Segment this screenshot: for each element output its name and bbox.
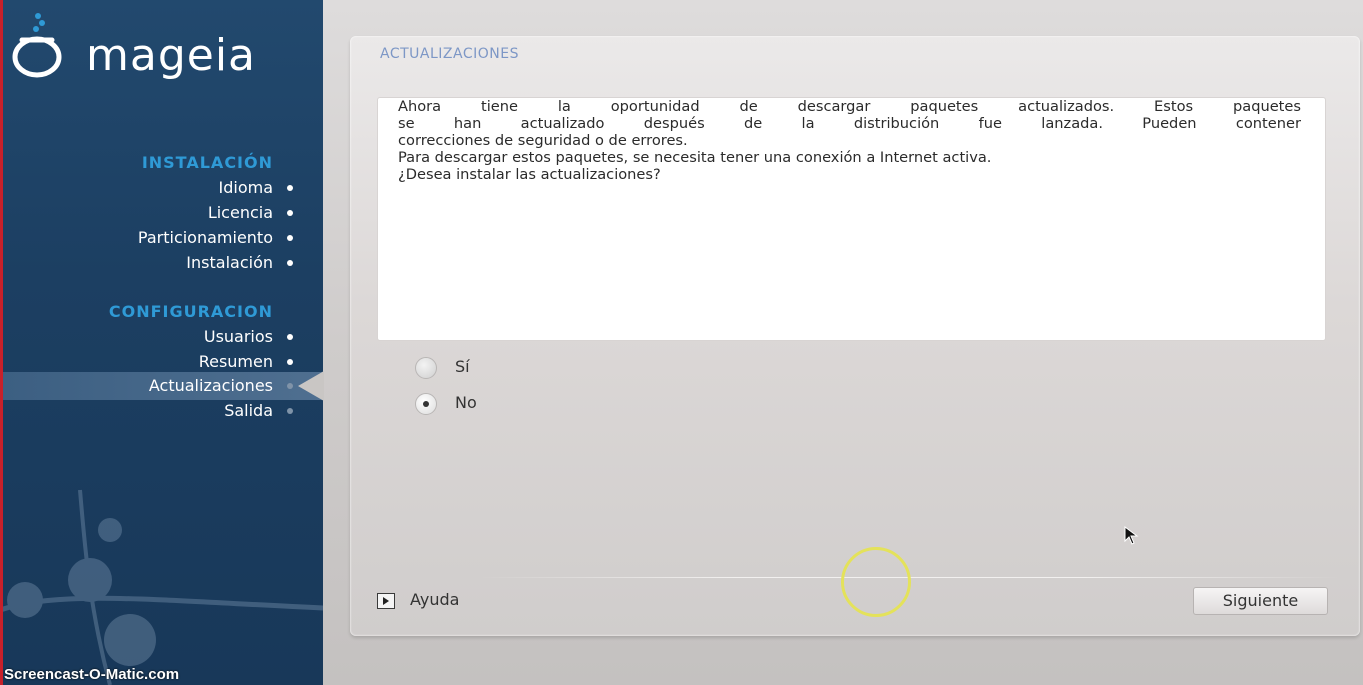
message-line: se han actualizado después de la distrib… [398,115,1301,132]
radio-dot [423,401,429,407]
nav-item-licencia[interactable]: Licencia [207,201,293,225]
next-button[interactable]: Siguiente [1193,587,1328,615]
nav-item-label: Idioma [218,178,274,197]
step-done-dot [287,359,293,365]
active-step-pointer [298,371,324,401]
nav-item-label: Licencia [207,203,273,222]
nav-item-label: Salida [224,401,273,420]
brand-name: mageia [86,30,257,81]
step-done-dot [287,260,293,266]
step-pending-dot [287,383,293,389]
recorder-watermark: Screencast-O-Matic.com [4,666,180,683]
nav-item-label: Particionamiento [137,228,273,247]
message-textbox: Ahora tiene la oportunidad de descargar … [377,97,1326,341]
nav-item-idioma[interactable]: Idioma [218,176,293,200]
help-label: Ayuda [410,590,460,609]
radio-button-selected[interactable] [415,393,437,415]
message-line: ¿Desea instalar las actualizaciones? [398,166,661,183]
option-label: No [455,393,477,412]
mageia-logo: mageia [10,10,310,81]
step-done-dot [287,334,293,340]
nav-item-label: Usuarios [203,327,273,346]
flower-decoration [0,489,323,685]
message-line: Ahora tiene la oportunidad de descargar … [398,98,1301,115]
play-icon [377,593,395,609]
nav-item-usuarios[interactable]: Usuarios [203,325,293,349]
section-installation: INSTALACIÓN [141,153,273,172]
nav-item-actualizaciones[interactable]: Actualizaciones [148,374,293,398]
option-label: Sí [455,357,470,376]
radio-button[interactable] [415,357,437,379]
nav-item-resumen[interactable]: Resumen [198,350,293,374]
message-line: Para descargar estos paquetes, se necesi… [398,149,992,166]
step-pending-dot [287,408,293,414]
step-done-dot [287,185,293,191]
mouse-pointer-icon [1124,526,1139,545]
sidebar: mageia INSTALACIÓN Idioma Licencia Parti… [0,0,323,685]
message-line: correcciones de seguridad o de errores. [398,132,688,149]
click-highlight-ring [841,547,911,617]
page-title: ACTUALIZACIONES [380,46,519,62]
cauldron-icon [12,13,62,78]
nav-item-particionamiento[interactable]: Particionamiento [137,226,293,250]
window-edge [0,0,3,685]
nav-item-instalacion[interactable]: Instalación [186,251,293,275]
section-configuration: CONFIGURACION [108,302,273,321]
step-done-dot [287,235,293,241]
nav-item-label: Actualizaciones [148,376,273,395]
nav-item-label: Resumen [198,352,273,371]
nav-item-label: Instalación [186,253,273,272]
nav-item-salida[interactable]: Salida [224,399,293,423]
step-done-dot [287,210,293,216]
